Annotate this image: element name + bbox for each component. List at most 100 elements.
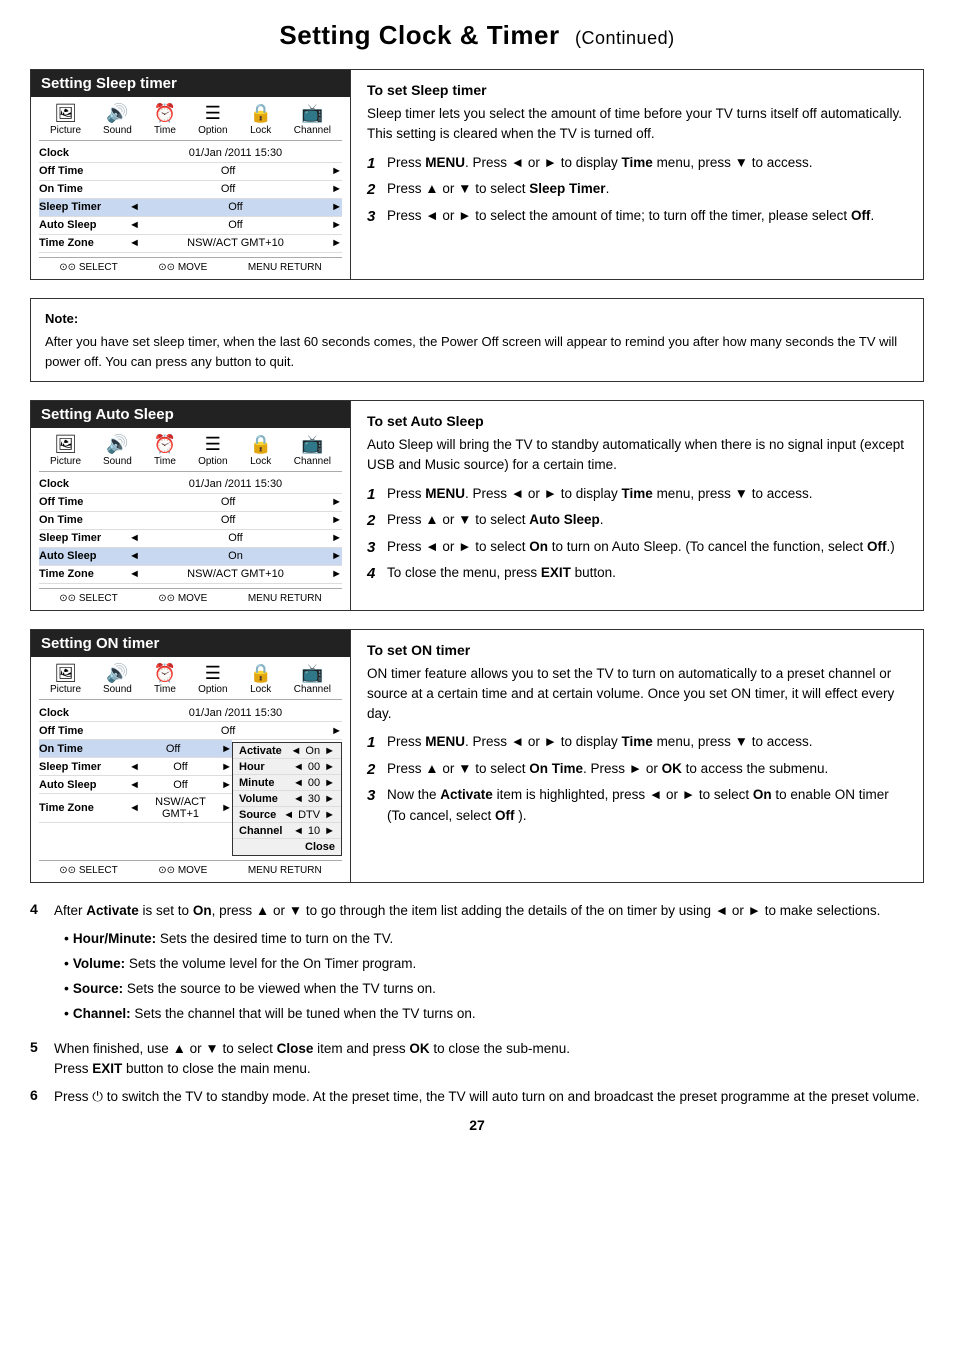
arrow-right: ►: [331, 201, 342, 213]
channel-label: Channel: [294, 125, 331, 136]
channel-icon-item: 📺 Channel: [294, 103, 331, 136]
move-control: ⊙⊙ MOVE: [158, 262, 207, 273]
menu-row-offtime: Off Time Off ►: [39, 163, 342, 181]
move-control: ⊙⊙ MOVE: [158, 593, 207, 604]
auto-sleep-right: To set Auto Sleep Auto Sleep will bring …: [351, 401, 923, 610]
submenu-channel: Channel ◄ 10 ►: [233, 823, 341, 839]
arrow-left: ◄: [129, 219, 140, 231]
bottom-steps: 4 After Activate is set to On, press ▲ o…: [30, 901, 924, 1107]
channel-icon-item: 📺 Channel: [294, 434, 331, 467]
sleep-timer-menu: 🖼 Picture 🔊 Sound ⏰ Time ☰ Option 🔒: [31, 97, 350, 279]
return-control: MENU RETURN: [248, 593, 322, 604]
ontimer-step-2: 2 Press ▲ or ▼ to select On Time. Press …: [367, 759, 907, 782]
menu-row-timezone: Time Zone ◄ NSW/ACT GMT+10 ►: [39, 235, 342, 253]
menu-row-timezone: Time Zone ◄ NSW/ACT GMT+10 ►: [39, 566, 342, 584]
move-control: ⊙⊙ MOVE: [158, 865, 207, 876]
select-control: ⊙⊙ SELECT: [59, 593, 117, 604]
menu-row-offtime: Off Time Off ►: [39, 722, 342, 740]
picture-icon-item: 🖼 Picture: [50, 103, 81, 136]
select-control: ⊙⊙ SELECT: [59, 865, 117, 876]
lock-icon-item: 🔒 Lock: [249, 434, 271, 467]
menu-row-sleeptimer: Sleep Timer ◄ Off ►: [39, 199, 342, 217]
note-label: Note:: [45, 309, 909, 329]
time-icon: ⏰: [154, 103, 176, 125]
option-icon-item: ☰ Option: [198, 663, 227, 696]
picture-icon-item: 🖼 Picture: [50, 434, 81, 467]
menu-bottom-bar: ⊙⊙ SELECT ⊙⊙ MOVE MENU RETURN: [39, 860, 342, 876]
autosleep-step-2: 2 Press ▲ or ▼ to select Auto Sleep.: [367, 510, 907, 533]
arrow-right: ►: [331, 496, 342, 508]
ontime-with-submenu: On Time Off ► Sleep Timer ◄ Off ► Auto S…: [39, 740, 342, 856]
time-label: Time: [154, 125, 176, 136]
option-icon-item: ☰ Option: [198, 434, 227, 467]
arrow-left: ◄: [129, 802, 140, 814]
bottom-step-4: 4 After Activate is set to On, press ▲ o…: [30, 901, 924, 1030]
continued-text: (Continued): [575, 28, 675, 48]
auto-sleep-description: Auto Sleep will bring the TV to standby …: [367, 435, 907, 476]
sleep-timer-section: Setting Sleep timer 🖼 Picture 🔊 Sound ⏰ …: [30, 69, 924, 280]
arrow-right: ►: [331, 550, 342, 562]
menu-row-autosleep: Auto Sleep ◄ Off ►: [39, 776, 232, 794]
menu-row-ontime: On Time Off ►: [39, 740, 232, 758]
arrow-right: ►: [331, 725, 342, 737]
channel-icon: 📺: [301, 434, 323, 456]
menu-row-clock: Clock 01/Jan /2011 15:30: [39, 476, 342, 494]
time-icon: ⏰: [154, 434, 176, 456]
sleep-timer-right-title: To set Sleep timer: [367, 82, 907, 98]
bottom-step-5: 5 When finished, use ▲ or ▼ to select Cl…: [30, 1039, 924, 1080]
on-timer-header: Setting ON timer: [31, 630, 350, 657]
lock-icon-item: 🔒 Lock: [249, 663, 271, 696]
submenu-activate: Activate ◄ On ►: [233, 743, 341, 759]
sleep-step-3: 3 Press ◄ or ► to select the amount of t…: [367, 206, 907, 229]
channel-icon-item: 📺 Channel: [294, 663, 331, 696]
menu-row-ontime: On Time Off ►: [39, 181, 342, 199]
menu-row-clock: Clock 01/Jan /2011 15:30: [39, 704, 342, 722]
select-control: ⊙⊙ SELECT: [59, 262, 117, 273]
menu-row-ontime: On Time Off ►: [39, 512, 342, 530]
arrow-left: ◄: [129, 568, 140, 580]
bullet-list-step4: Hour/Minute: Sets the desired time to tu…: [54, 928, 924, 1025]
channel-icon: 📺: [301, 663, 323, 685]
autosleep-step-1: 1 Press MENU. Press ◄ or ► to display Ti…: [367, 484, 907, 507]
option-icon: ☰: [205, 434, 221, 456]
option-icon-item: ☰ Option: [198, 103, 227, 136]
page-title: Setting Clock & Timer (Continued): [30, 20, 924, 51]
lock-icon: 🔒: [249, 663, 271, 685]
lock-label: Lock: [250, 125, 271, 136]
autosleep-step-3: 3 Press ◄ or ► to select On to turn on A…: [367, 537, 907, 560]
arrow-right: ►: [221, 743, 232, 755]
return-control: MENU RETURN: [248, 865, 322, 876]
auto-sleep-right-title: To set Auto Sleep: [367, 413, 907, 429]
arrow-right: ►: [221, 779, 232, 791]
note-box: Note: After you have set sleep timer, wh…: [30, 298, 924, 383]
submenu-close: Close: [233, 839, 341, 855]
arrow-right: ►: [331, 514, 342, 526]
submenu-volume: Volume ◄ 30 ►: [233, 791, 341, 807]
arrow-left: ◄: [129, 532, 140, 544]
menu-icons-row: 🖼 Picture 🔊 Sound ⏰ Time ☰ Option 🔒: [39, 663, 342, 701]
option-icon: ☰: [205, 663, 221, 685]
time-icon-item: ⏰ Time: [154, 103, 176, 136]
menu-icons-row: 🖼 Picture 🔊 Sound ⏰ Time ☰ Option 🔒: [39, 434, 342, 472]
submenu-source: Source ◄ DTV ►: [233, 807, 341, 823]
arrow-left: ◄: [129, 779, 140, 791]
sound-icon-item: 🔊 Sound: [103, 434, 132, 467]
on-timer-right-title: To set ON timer: [367, 642, 907, 658]
sleep-timer-header: Setting Sleep timer: [31, 70, 350, 97]
submenu-hour: Hour ◄ 00 ►: [233, 759, 341, 775]
sound-icon-item: 🔊 Sound: [103, 663, 132, 696]
bullet-channel: Channel: Sets the channel that will be t…: [64, 1003, 924, 1024]
arrow-right: ►: [221, 802, 232, 814]
option-icon: ☰: [205, 103, 221, 125]
sleep-timer-right: To set Sleep timer Sleep timer lets you …: [351, 70, 923, 279]
arrow-right: ►: [331, 219, 342, 231]
sleep-step-2: 2 Press ▲ or ▼ to select Sleep Timer.: [367, 179, 907, 202]
arrow-right: ►: [331, 165, 342, 177]
menu-bottom-bar: ⊙⊙ SELECT ⊙⊙ MOVE MENU RETURN: [39, 257, 342, 273]
menu-row-clock: Clock 01/Jan /2011 15:30: [39, 145, 342, 163]
sound-icon: 🔊: [106, 103, 128, 125]
menu-bottom-bar: ⊙⊙ SELECT ⊙⊙ MOVE MENU RETURN: [39, 588, 342, 604]
ontimer-step-3: 3 Now the Activate item is highlighted, …: [367, 785, 907, 826]
sound-label: Sound: [103, 125, 132, 136]
sound-icon: 🔊: [106, 434, 128, 456]
